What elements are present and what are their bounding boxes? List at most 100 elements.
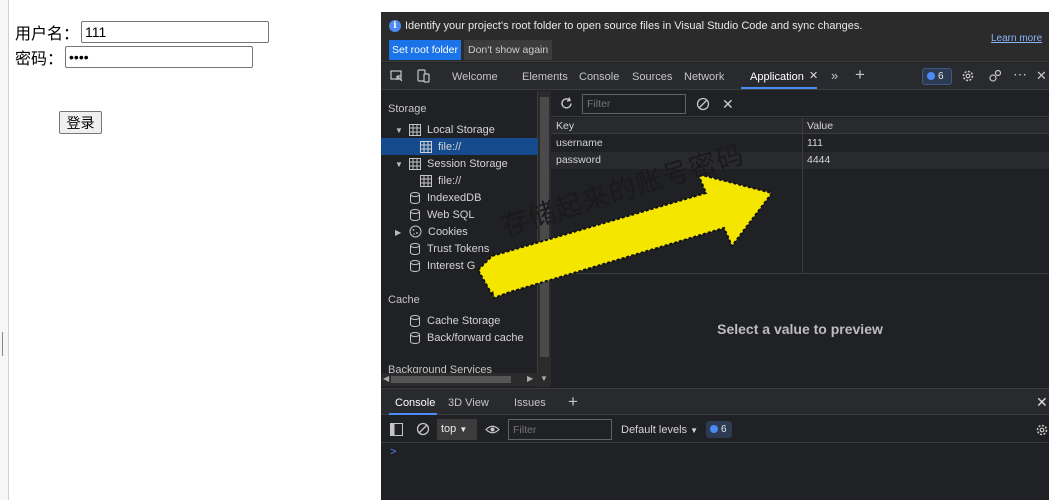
storage-toolbar: ✕ (551, 91, 1049, 117)
sidebar-item-label: Cache Storage (427, 314, 501, 327)
browser-top-strip (381, 0, 1049, 12)
console-prompt[interactable]: > (390, 446, 396, 458)
refresh-icon[interactable] (559, 96, 574, 111)
device-toggle-icon[interactable] (416, 69, 430, 83)
sidebar-item-bfcache[interactable]: Back/forward cache (409, 329, 524, 346)
database-icon (410, 331, 420, 344)
database-icon (410, 242, 420, 255)
sidebar-horizontal-scrollbar[interactable]: ◀ ▶ (381, 373, 538, 386)
login-page: 用户名： 密码： 登录 (0, 0, 381, 500)
scroll-left-icon[interactable]: ◀ (383, 374, 389, 383)
row-value: 111 (807, 137, 823, 149)
sidebar-item-local-storage[interactable]: Local Storage (409, 121, 495, 138)
info-icon: i (389, 20, 401, 32)
console-issues-badge[interactable]: 6 (706, 421, 732, 438)
username-input[interactable] (81, 21, 270, 43)
issues-icon (927, 72, 935, 80)
more-options-icon[interactable]: ⋯ (1013, 66, 1027, 83)
database-icon (410, 259, 420, 272)
set-root-folder-button[interactable]: Set root folder (389, 40, 461, 60)
row-value: 4444 (807, 154, 831, 166)
sidebar-item-label: file:// (438, 174, 462, 187)
table-icon (409, 157, 421, 170)
learn-more-link[interactable]: Learn more (991, 33, 1042, 44)
drawer-tab-issues[interactable]: Issues (514, 397, 546, 409)
sidebar-item-cookies[interactable]: Cookies (409, 223, 468, 240)
add-tab-icon[interactable]: + (855, 65, 865, 85)
close-tab-icon[interactable]: ✕ (809, 69, 818, 82)
edge-handle[interactable] (0, 332, 3, 356)
dropdown-arrow-icon: ▼ (459, 425, 468, 434)
storage-section-header: Storage (388, 103, 427, 115)
row-key: username (556, 137, 603, 149)
key-column-header[interactable]: Key (556, 120, 574, 132)
storage-filter-input[interactable] (582, 94, 686, 114)
console-toolbar: top ▼ Default levels ▼ 6 (381, 416, 1049, 443)
password-input[interactable] (65, 46, 254, 68)
connect-icon[interactable] (988, 69, 1002, 83)
table-header: Key Value (551, 118, 1049, 134)
add-drawer-tab-icon[interactable]: + (568, 392, 578, 412)
eye-icon[interactable] (485, 424, 500, 435)
collapse-triangle-icon[interactable]: ▼ (395, 126, 403, 135)
delete-selected-icon[interactable]: ✕ (722, 96, 734, 113)
scroll-right-icon[interactable]: ▶ (527, 374, 533, 383)
password-row: 密码： (15, 45, 254, 69)
username-label: 用户名： (15, 24, 80, 43)
badge-count: 6 (721, 424, 727, 435)
username-row: 用户名： (15, 20, 270, 44)
cookie-icon (409, 225, 422, 238)
context-select[interactable]: top ▼ (437, 419, 477, 440)
dropdown-arrow-icon: ▼ (690, 426, 699, 435)
sidebar-item-label: file:// (438, 140, 462, 153)
dont-show-again-button[interactable]: Don't show again (464, 40, 553, 60)
inspect-icon[interactable] (390, 69, 404, 83)
password-label: 密码： (15, 49, 64, 68)
clear-console-icon[interactable] (416, 422, 430, 436)
table-icon (409, 123, 421, 136)
console-settings-gear-icon[interactable] (1035, 423, 1049, 437)
devtools-tabbar: Welcome Elements Console Sources Network… (381, 63, 1049, 90)
tab-welcome[interactable]: Welcome (452, 71, 498, 83)
levels-value: Default levels (621, 424, 688, 436)
clear-all-icon[interactable] (696, 97, 710, 111)
collapse-triangle-icon[interactable]: ▼ (395, 160, 403, 169)
tab-sources[interactable]: Sources (632, 71, 672, 83)
more-tabs-icon[interactable]: » (831, 68, 838, 83)
close-drawer-icon[interactable]: ✕ (1036, 394, 1048, 411)
context-value: top (441, 423, 457, 435)
tab-network[interactable]: Network (684, 71, 724, 83)
sidebar-item-websql[interactable]: Web SQL (409, 206, 475, 223)
active-tab-indicator (741, 87, 817, 89)
database-icon (410, 191, 420, 204)
database-icon (410, 208, 420, 221)
sidebar-item-label: Back/forward cache (427, 331, 524, 344)
sidebar-item-cache-storage[interactable]: Cache Storage (409, 312, 500, 329)
tab-elements[interactable]: Elements (522, 71, 568, 83)
sidebar-item-local-storage-file[interactable]: file:// (381, 138, 538, 155)
value-column-header[interactable]: Value (807, 120, 833, 132)
login-button[interactable]: 登录 (59, 111, 102, 134)
log-levels-select[interactable]: Default levels ▼ (621, 424, 698, 436)
sidebar-item-session-storage-file[interactable]: file:// (420, 172, 461, 189)
table-row[interactable]: username 111 (551, 135, 1049, 152)
settings-gear-icon[interactable] (961, 69, 975, 83)
scroll-down-icon[interactable]: ▼ (540, 374, 548, 383)
drawer-tab-console[interactable]: Console (395, 397, 435, 409)
sidebar-toggle-icon[interactable] (390, 423, 403, 436)
sidebar-item-label: Local Storage (427, 123, 495, 136)
background-services-header: Background Services (388, 364, 492, 373)
sidebar-item-interest-groups[interactable]: Interest G (409, 257, 475, 274)
column-divider[interactable] (802, 118, 803, 274)
tab-console[interactable]: Console (579, 71, 619, 83)
expand-triangle-icon[interactable]: ▶ (395, 228, 401, 237)
close-devtools-icon[interactable]: ✕ (1036, 68, 1047, 84)
window-edge (0, 0, 9, 500)
console-filter-input[interactable] (508, 419, 612, 440)
sidebar-item-label: Cookies (428, 225, 468, 238)
drawer-tab-3d-view[interactable]: 3D View (448, 397, 489, 409)
issues-badge[interactable]: 6 (922, 68, 952, 85)
tab-application[interactable]: Application (750, 71, 804, 83)
scroll-thumb[interactable] (391, 376, 511, 383)
table-icon (420, 174, 432, 187)
